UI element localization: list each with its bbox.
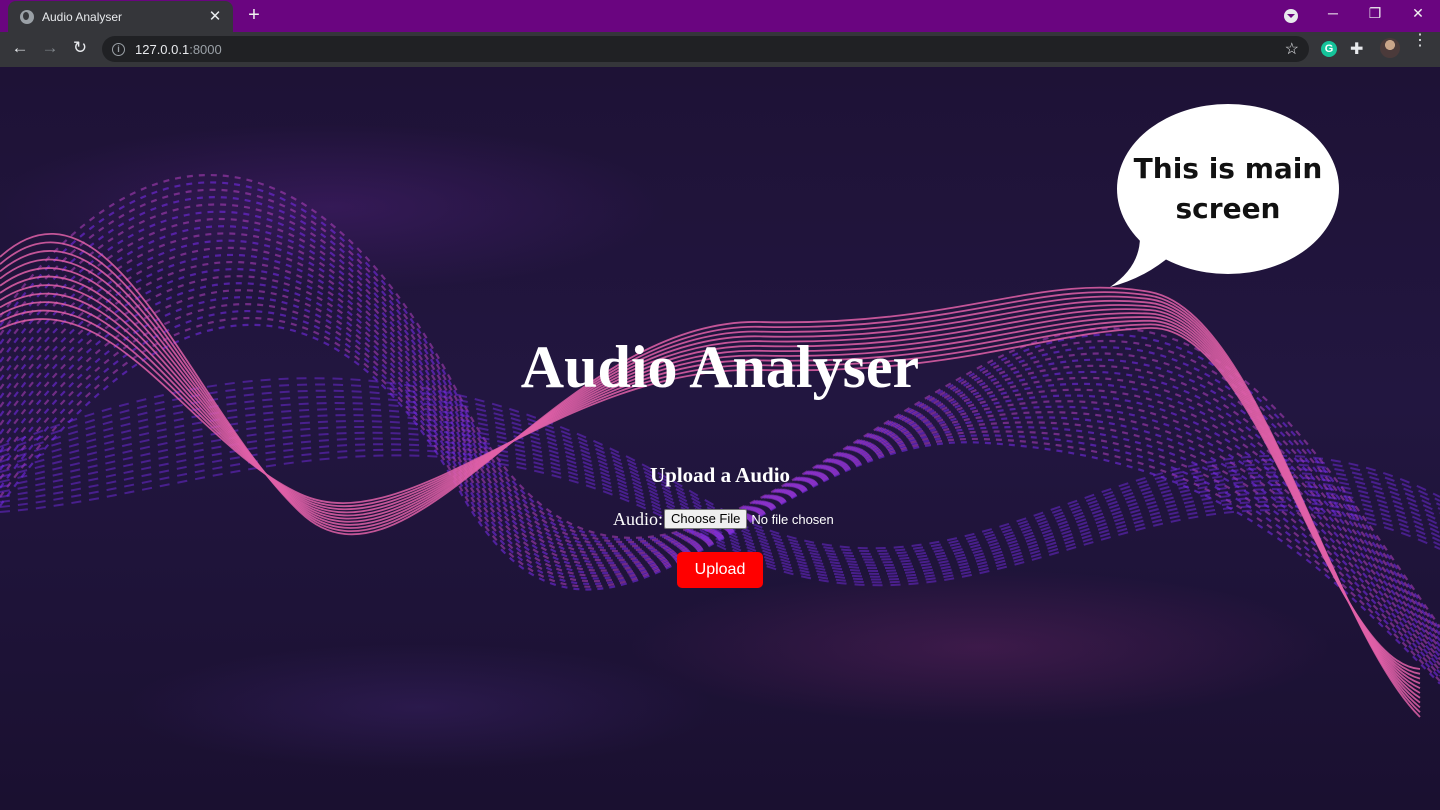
browser-menu-icon[interactable]: ⋮ [1412,33,1428,49]
file-status-text: No file chosen [751,511,834,527]
audio-label: Audio: [613,508,664,529]
address-bar[interactable]: i 127.0.0.1:8000 ☆ [102,36,1309,62]
page-viewport: Audio Analyser Upload a Audio Audio: Cho… [0,67,1440,810]
choose-file-button[interactable]: Choose File [664,509,748,529]
file-input-row: Audio: Choose File No file chosen [613,507,834,531]
callout-text: This is main screen [1133,152,1323,225]
profile-avatar[interactable] [1380,38,1400,58]
browser-tab[interactable]: Audio Analyser ✕ [8,1,233,32]
grammarly-extension-icon[interactable]: G [1321,41,1337,57]
globe-icon [20,9,34,24]
forward-button[interactable]: → [40,38,60,58]
site-info-icon[interactable]: i [112,42,125,56]
tab-search-icon[interactable] [1284,9,1298,23]
tab-title: Audio Analyser [42,9,123,24]
window-close-button[interactable]: ✕ [1407,5,1429,22]
upload-button[interactable]: Upload [677,552,763,588]
page-title: Audio Analyser [520,334,920,400]
bookmark-star-icon[interactable]: ☆ [1285,39,1299,59]
url-host: 127.0.0.1 [135,41,190,57]
reload-button[interactable]: ↻ [70,38,90,58]
extensions-puzzle-icon[interactable]: ✚ [1350,39,1363,59]
browser-toolbar: ← → ↻ i 127.0.0.1:8000 ☆ G ✚ ⋮ [0,32,1440,67]
browser-tab-bar: Audio Analyser ✕ + ─ ❐ ✕ [0,0,1440,32]
minimize-button[interactable]: ─ [1322,5,1344,21]
close-tab-icon[interactable]: ✕ [207,9,223,24]
speech-bubble: This is main screen [1117,104,1339,274]
upload-heading: Upload a Audio [649,463,791,487]
back-button[interactable]: ← [10,38,30,58]
new-tab-button[interactable]: + [244,4,264,26]
url-port: :8000 [189,41,222,57]
restore-button[interactable]: ❐ [1364,5,1386,22]
